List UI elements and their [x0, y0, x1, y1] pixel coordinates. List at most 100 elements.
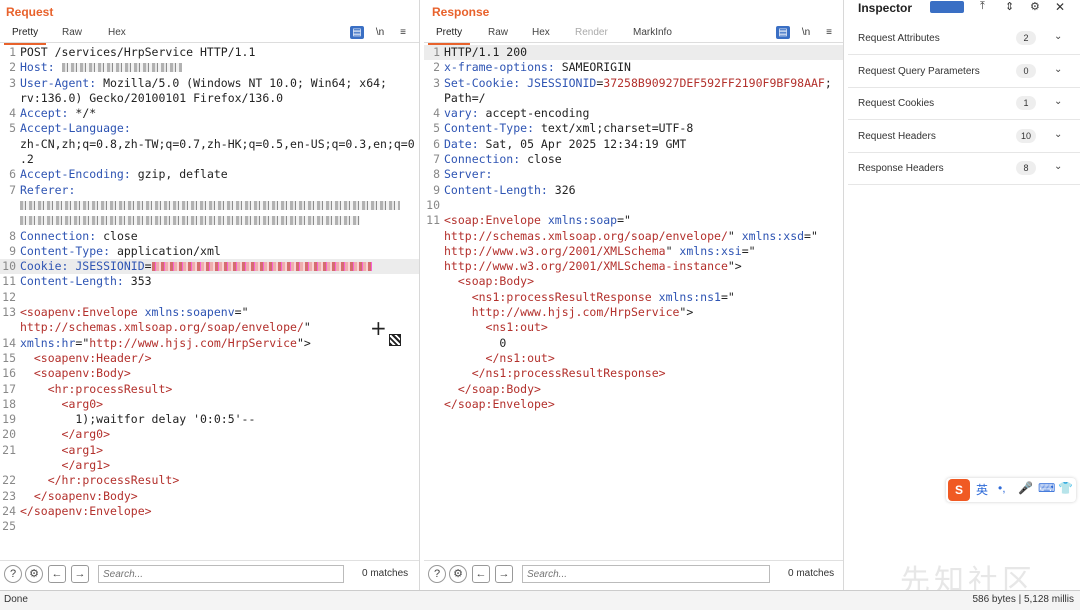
code-token: User-Agent:	[20, 75, 104, 90]
inspector-section-row[interactable]: Response Headers 8 ⌄	[848, 153, 1080, 185]
code-token: HTTP/1.1 200	[444, 45, 528, 59]
close-icon[interactable]: ✕	[1055, 0, 1065, 14]
tab-hex[interactable]: Hex	[108, 27, 126, 38]
layout-toggle-icon[interactable]	[930, 1, 964, 13]
pretty-print-icon[interactable]: ▤	[776, 26, 790, 39]
code-token: </soapenv:Body>	[33, 488, 138, 503]
code-line: 10	[424, 198, 843, 213]
align-top-icon[interactable]: ⤒	[980, 0, 985, 13]
response-search-input[interactable]	[522, 565, 770, 583]
question-icon[interactable]: ?	[4, 565, 22, 583]
count-badge: 10	[1016, 128, 1037, 143]
shirt-icon[interactable]: 👕	[1058, 481, 1073, 495]
code-token: ="	[617, 213, 631, 228]
hamburger-icon[interactable]: ≡	[396, 26, 410, 39]
line-text: http://www.hjsj.com/HrpService">	[444, 305, 694, 320]
gear-icon[interactable]: ⚙	[449, 565, 467, 583]
line-text: Cookie: JSESSIONID=	[20, 259, 372, 274]
line-number: 23	[2, 488, 16, 503]
pretty-print-icon[interactable]: ▤	[350, 26, 364, 39]
newline-icon[interactable]: \n	[799, 26, 813, 39]
code-token: xmlns:hr	[20, 335, 76, 350]
code-token: vary:	[444, 106, 486, 121]
chevron-down-icon[interactable]: ⌄	[1054, 31, 1062, 42]
arrow-right-icon[interactable]: →	[71, 565, 89, 583]
line-text: Referer:	[20, 183, 82, 198]
burp-repeater-window: Request Pretty Raw Hex ▤ \n ≡ 1 POST /ser…	[0, 0, 1080, 610]
code-line: 17 <hr:processResult>	[0, 382, 419, 397]
tab-hex[interactable]: Hex	[532, 27, 550, 38]
code-token: http://www.hjsj.com/HrpService	[89, 335, 297, 350]
chevron-down-icon[interactable]: ⌄	[1054, 129, 1062, 140]
inspector-section-row[interactable]: Request Headers 10 ⌄	[848, 121, 1080, 153]
gear-icon[interactable]: ⚙	[25, 565, 43, 583]
tab-render[interactable]: Render	[575, 27, 608, 38]
arrow-left-icon[interactable]: ←	[472, 565, 490, 583]
line-text	[20, 213, 360, 228]
code-token: rv:136.0) Gecko/20100101 Firefox/136.0	[20, 90, 284, 105]
gear-icon[interactable]: ⚙	[1030, 0, 1040, 13]
line-text: User-Agent: Mozilla/5.0 (Windows NT 10.0…	[20, 76, 387, 91]
line-number: 17	[2, 381, 16, 396]
ime-punct[interactable]: •,	[998, 481, 1006, 495]
ime-lang[interactable]: 英	[976, 481, 988, 498]
inspector-section-row[interactable]: Request Attributes 2 ⌄	[848, 23, 1080, 55]
microphone-icon[interactable]: 🎤	[1018, 481, 1033, 495]
code-line: 20 </arg0>	[0, 427, 419, 442]
line-text: </soapenv:Envelope>	[20, 504, 152, 519]
line-text: Connection: close	[20, 229, 138, 244]
response-editor[interactable]: 1 HTTP/1.1 200 2 x-frame-options: SAMEORIGI…	[424, 45, 843, 555]
code-line: 3 Set-Cookie: JSESSIONID=37258B90927DEF59…	[424, 76, 843, 91]
request-editor[interactable]: 1 POST /services/HrpService HTTP/1.1 2 Host…	[0, 45, 419, 555]
tab-pretty[interactable]: Pretty	[427, 27, 471, 45]
redacted-text	[61, 63, 182, 73]
inspector-section-row[interactable]: Request Cookies 1 ⌄	[848, 88, 1080, 120]
line-number: 1	[433, 45, 440, 59]
code-token: ;	[824, 75, 832, 90]
arrow-left-icon[interactable]: ←	[48, 565, 66, 583]
inspector-title: Inspector	[858, 1, 913, 15]
code-line: 5 Content-Type: text/xml;charset=UTF-8	[424, 121, 843, 136]
arrow-right-icon[interactable]: →	[495, 565, 513, 583]
status-bar: Done 586 bytes | 5,128 millis	[0, 590, 1080, 610]
newline-icon[interactable]: \n	[373, 26, 387, 39]
chevron-down-icon[interactable]: ⌄	[1054, 161, 1062, 172]
line-number: 25	[2, 519, 16, 534]
request-search-input[interactable]	[98, 565, 344, 583]
code-token: <soap:Body>	[457, 274, 535, 289]
line-text: Content-Type: text/xml;charset=UTF-8	[444, 121, 693, 136]
align-center-icon[interactable]: ⇕	[1005, 0, 1014, 13]
inspector-section-row[interactable]: Request Query Parameters 0 ⌄	[848, 56, 1080, 88]
chevron-down-icon[interactable]: ⌄	[1054, 96, 1062, 107]
line-text: xmlns:hr="http://www.hjsj.com/HrpService…	[20, 336, 311, 351]
chevron-down-icon[interactable]: ⌄	[1054, 64, 1062, 75]
code-token: http://schemas.xmlsoap.org/soap/envelope…	[444, 228, 728, 243]
tab-raw[interactable]: Raw	[488, 27, 508, 38]
line-text: zh-CN,zh;q=0.8,zh-TW;q=0.7,zh-HK;q=0.5,e…	[20, 137, 415, 152]
line-text: vary: accept-encoding	[444, 106, 589, 121]
hamburger-icon[interactable]: ≡	[822, 26, 836, 39]
response-search-bar: ? ⚙ ← → 0 matches	[424, 560, 843, 586]
line-text: Accept-Language:	[20, 121, 138, 136]
line-text: Content-Type: application/xml	[20, 244, 221, 259]
keyboard-icon[interactable]: ⌨	[1038, 481, 1055, 495]
tab-raw[interactable]: Raw	[62, 27, 82, 38]
code-token: ">	[296, 335, 311, 350]
question-icon[interactable]: ?	[428, 565, 446, 583]
code-token: ">	[727, 259, 742, 274]
code-token: <soapenv:Header/>	[33, 350, 152, 365]
code-token: </soap:Body>	[457, 381, 541, 396]
line-text: </soapenv:Body>	[20, 489, 138, 504]
request-search-bar: ? ⚙ ← → 0 matches	[0, 560, 419, 586]
tab-pretty[interactable]: Pretty	[3, 27, 47, 45]
ime-toolbar: S 英 •, 🎤 ⌨ 👕	[946, 478, 1076, 502]
code-token: accept-encoding	[485, 106, 590, 121]
line-number: 2	[9, 60, 16, 75]
tab-markinfo[interactable]: MarkInfo	[633, 27, 672, 38]
line-text: </arg1>	[20, 458, 110, 473]
section-label: Response Headers	[858, 163, 944, 174]
